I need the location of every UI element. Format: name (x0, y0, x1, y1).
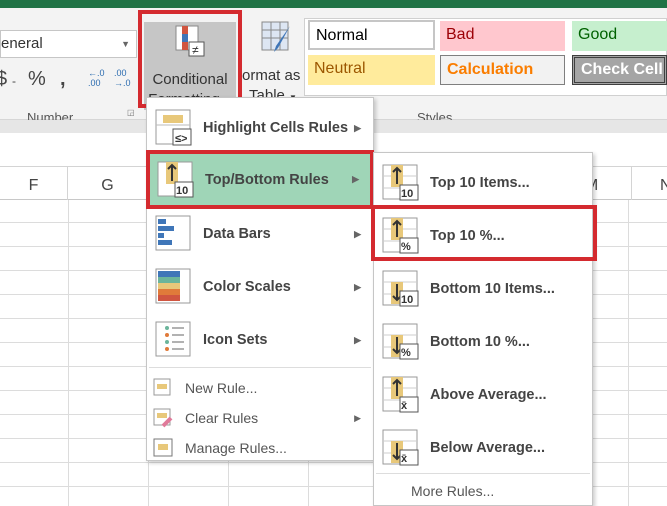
increase-decimal-button[interactable]: ←.0 .00 (88, 68, 106, 88)
color-scales-icon (155, 268, 191, 304)
label: Above Average... (430, 387, 547, 403)
chevron-right-icon: ▶ (354, 122, 361, 133)
manage-rules-icon (153, 438, 173, 457)
style-bad[interactable]: Bad (440, 21, 565, 51)
label: Color Scales (203, 279, 291, 295)
label: Bottom 10 Items... (430, 281, 555, 297)
currency-dropdown[interactable]: - (12, 74, 16, 88)
style-good[interactable]: Good (572, 21, 667, 51)
label: Data Bars (203, 226, 271, 242)
label: Bottom 10 %... (430, 334, 530, 350)
highlight-cells-icon: ≤> (155, 109, 192, 146)
style-check-cell[interactable]: Check Cell (572, 55, 667, 85)
label: New Rule... (185, 380, 258, 396)
top-10-items-icon: 10 (382, 164, 419, 201)
column-header-f[interactable]: F (0, 167, 68, 200)
submenu-item-above-average[interactable]: x̄ Above Average... (374, 373, 592, 417)
svg-text:%: % (401, 347, 411, 359)
label: Top 10 Items... (430, 175, 530, 191)
bottom-10-percent-icon: % (382, 323, 419, 360)
data-bars-icon (155, 215, 191, 251)
menu-item-new-rule[interactable]: New Rule... (147, 374, 373, 402)
number-format-dropdown[interactable]: eneral ▼ (0, 30, 137, 58)
chevron-right-icon: ▶ (354, 412, 361, 423)
currency-button[interactable]: $ (0, 68, 7, 91)
fat-label-line1: ormat as (242, 67, 301, 84)
menu-item-icon-sets[interactable]: Icon Sets ▶ (147, 318, 373, 362)
label: Icon Sets (203, 332, 268, 348)
number-format-value: eneral (1, 35, 43, 52)
label: Clear Rules (185, 410, 259, 426)
dialog-launcher-icon[interactable]: ◲ (127, 108, 135, 117)
submenu-item-below-average[interactable]: x̄ Below Average... (374, 426, 592, 470)
menu-separator (149, 367, 371, 368)
submenu-item-more-rules[interactable]: More Rules... (411, 477, 494, 505)
style-normal[interactable]: Normal (308, 20, 435, 50)
style-neutral[interactable]: Neutral (308, 55, 435, 85)
menu-item-data-bars[interactable]: Data Bars ▶ (147, 212, 373, 256)
column-header-g[interactable]: G (68, 167, 148, 200)
above-average-icon: x̄ (382, 376, 419, 413)
callout-top-bottom-rules (146, 150, 374, 209)
new-rule-icon (153, 378, 171, 396)
decrease-decimal-button[interactable]: .00 →.0 (114, 68, 132, 88)
menu-item-highlight-cells-rules[interactable]: ≤> Highlight Cells Rules ▶ (147, 106, 373, 150)
svg-text:10: 10 (401, 188, 413, 200)
svg-text:10: 10 (401, 294, 413, 306)
menu-separator (376, 473, 590, 474)
callout-top-10-percent (371, 205, 597, 261)
label: Highlight Cells Rules (203, 120, 349, 136)
percent-button[interactable]: % (28, 68, 46, 91)
svg-text:x̄: x̄ (401, 400, 408, 412)
column-header-n[interactable]: N (632, 167, 667, 200)
format-as-table-button[interactable]: ormat as Table ▼ (242, 20, 304, 108)
svg-text:≤>: ≤> (175, 133, 187, 145)
submenu-item-top-10-items[interactable]: 10 Top 10 Items... (374, 161, 592, 205)
menu-item-clear-rules[interactable]: Clear Rules ▶ (147, 404, 373, 432)
menu-item-manage-rules[interactable]: Manage Rules... (147, 434, 373, 462)
chevron-right-icon: ▶ (354, 228, 361, 239)
label: Manage Rules... (185, 440, 287, 456)
svg-text:x̄: x̄ (401, 453, 408, 465)
bottom-10-items-icon: 10 (382, 270, 419, 307)
chevron-right-icon: ▶ (354, 334, 361, 345)
comma-button[interactable]: , (60, 68, 66, 91)
chevron-right-icon: ▶ (354, 281, 361, 292)
format-as-table-icon (261, 21, 290, 52)
title-bar (0, 0, 667, 8)
style-calculation[interactable]: Calculation (440, 55, 565, 85)
clear-rules-icon (153, 408, 173, 428)
icon-sets-icon (155, 321, 191, 357)
submenu-item-bottom-10-items[interactable]: 10 Bottom 10 Items... (374, 267, 592, 311)
label: Below Average... (430, 440, 545, 456)
menu-item-color-scales[interactable]: Color Scales ▶ (147, 265, 373, 309)
submenu-item-bottom-10-percent[interactable]: % Bottom 10 %... (374, 320, 592, 364)
callout-conditional-formatting (138, 10, 242, 108)
below-average-icon: x̄ (382, 429, 419, 466)
chevron-down-icon: ▼ (121, 39, 130, 49)
